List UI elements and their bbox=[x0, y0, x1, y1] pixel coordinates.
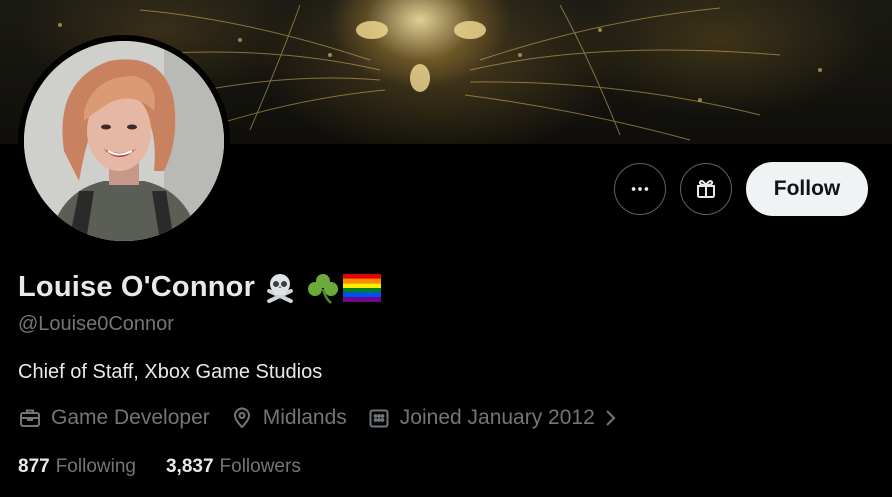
location-pin-icon bbox=[233, 407, 250, 429]
display-name-row: Louise O'Connor bbox=[18, 271, 382, 304]
profession-item: Game Developer bbox=[18, 406, 210, 430]
following-link[interactable]: 877 Following bbox=[18, 456, 136, 478]
followers-count: 3,837 bbox=[165, 456, 214, 477]
following-count: 877 bbox=[18, 456, 50, 477]
calendar-icon bbox=[369, 409, 389, 428]
profession-label: Game Developer bbox=[51, 406, 210, 429]
avatar[interactable] bbox=[24, 41, 224, 241]
more-horizontal-icon bbox=[631, 187, 649, 191]
profile-meta: Game Developer Midlands Joined January 2… bbox=[18, 406, 626, 430]
followers-label: Followers bbox=[219, 456, 301, 477]
user-handle: @Louise0Connor bbox=[18, 313, 174, 335]
joined-item[interactable]: Joined January 2012 bbox=[367, 406, 626, 430]
location-label: Midlands bbox=[262, 406, 347, 429]
shamrock-icon bbox=[305, 272, 341, 304]
rainbow-flag-icon bbox=[343, 273, 382, 302]
profile-bio: Chief of Staff, Xbox Game Studios bbox=[18, 361, 323, 383]
location-item: Midlands bbox=[230, 406, 347, 430]
followers-link[interactable]: 3,837 Followers bbox=[166, 456, 301, 478]
display-name: Louise O'Connor bbox=[18, 271, 256, 303]
follow-button[interactable]: Follow bbox=[746, 162, 868, 216]
more-options-button[interactable] bbox=[614, 163, 666, 215]
skull-and-crossbones-icon bbox=[263, 272, 297, 304]
follow-stats: 877 Following 3,837 Followers bbox=[18, 456, 331, 478]
joined-label: Joined January 2012 bbox=[399, 406, 595, 429]
briefcase-icon bbox=[20, 409, 40, 427]
follow-button-label: Follow bbox=[773, 177, 841, 200]
gift-icon bbox=[697, 180, 715, 198]
chevron-right-icon bbox=[603, 407, 626, 429]
following-label: Following bbox=[55, 456, 136, 477]
gift-button[interactable] bbox=[680, 163, 732, 215]
avatar-photo bbox=[24, 41, 224, 241]
